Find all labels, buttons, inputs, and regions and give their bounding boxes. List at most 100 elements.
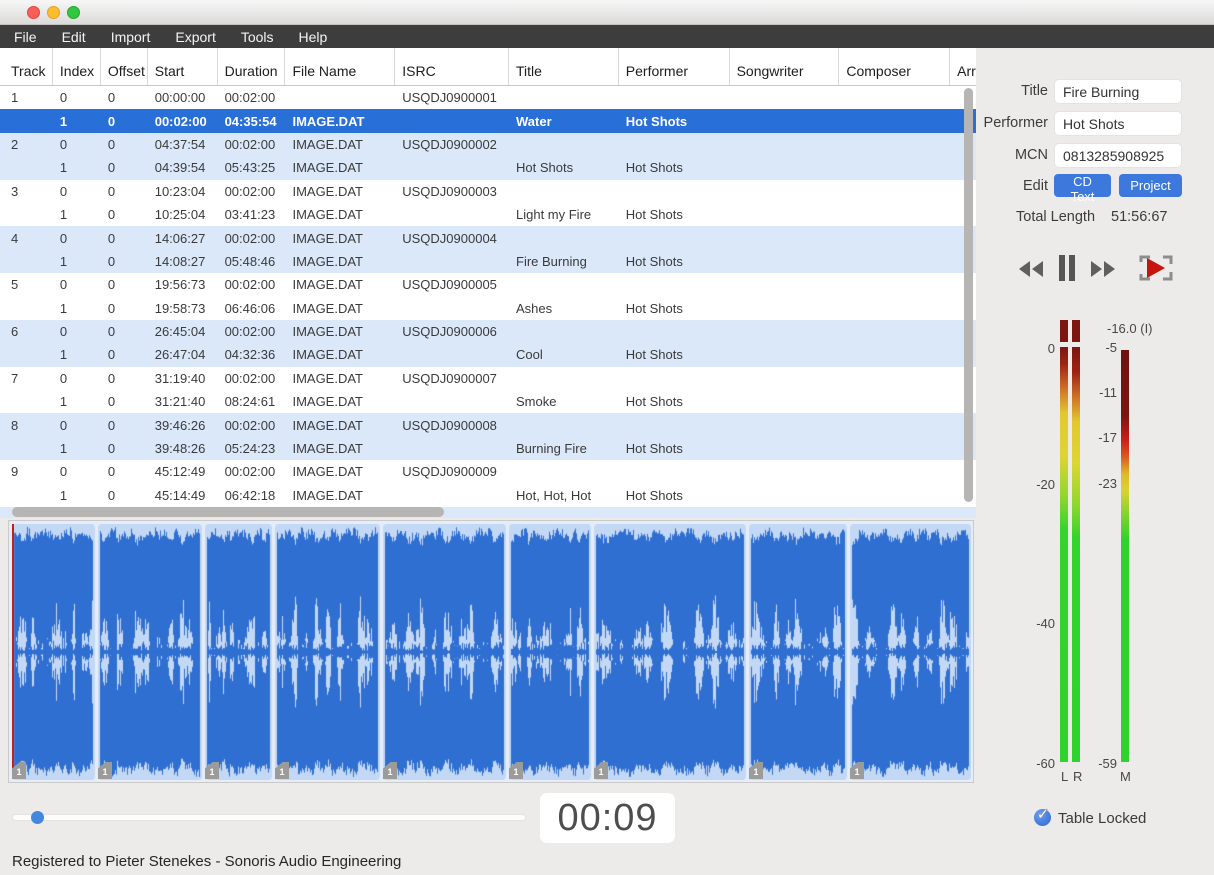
cell-composer xyxy=(839,156,950,179)
table-row[interactable]: 1004:39:5405:43:25IMAGE.DATHot ShotsHot … xyxy=(0,156,976,179)
cell-file: IMAGE.DAT xyxy=(285,226,395,249)
loudness-meter xyxy=(1121,350,1129,762)
table-row[interactable]: 1045:14:4906:42:18IMAGE.DATHot, Hot, Hot… xyxy=(0,484,976,507)
loudness-scale-tick: -11 xyxy=(1099,385,1117,400)
cell-index: 1 xyxy=(53,109,101,132)
channel-label-left: L xyxy=(1061,769,1068,784)
minimize-button[interactable] xyxy=(47,6,60,19)
cell-offset: 0 xyxy=(101,250,148,273)
cell-songwriter xyxy=(730,133,840,156)
performer-field[interactable] xyxy=(1054,111,1182,136)
waveform-canvas[interactable] xyxy=(12,524,971,780)
mcn-field[interactable] xyxy=(1054,143,1182,168)
cell-start: 14:06:27 xyxy=(148,226,218,249)
cell-track: 1 xyxy=(0,86,53,109)
cell-offset: 0 xyxy=(101,413,148,436)
table-row[interactable]: 1010:25:0403:41:23IMAGE.DATLight my Fire… xyxy=(0,203,976,226)
table-row[interactable]: 1031:21:4008:24:61IMAGE.DATSmokeHot Shot… xyxy=(0,390,976,413)
position-slider-thumb[interactable] xyxy=(31,811,44,824)
column-header-isrc[interactable]: ISRC xyxy=(395,48,509,85)
cell-start: 10:23:04 xyxy=(148,180,218,203)
table-row[interactable]: 30010:23:0400:02:00IMAGE.DATUSQDJ0900003 xyxy=(0,180,976,203)
vertical-scrollbar[interactable] xyxy=(964,88,973,502)
cell-index: 1 xyxy=(53,484,101,507)
cell-composer xyxy=(839,86,950,109)
cell-start: 19:58:73 xyxy=(148,297,218,320)
table-row[interactable]: 1000:02:0004:35:54IMAGE.DATWaterHot Shot… xyxy=(0,109,976,132)
table-row[interactable]: 10000:00:0000:02:00USQDJ0900001 xyxy=(0,86,976,109)
column-header-index[interactable]: Index xyxy=(53,48,101,85)
menu-tools[interactable]: Tools xyxy=(241,29,274,45)
play-to-end-button[interactable] xyxy=(1138,252,1174,287)
table-row[interactable]: 60026:45:0400:02:00IMAGE.DATUSQDJ0900006 xyxy=(0,320,976,343)
table-row[interactable]: 1039:48:2605:24:23IMAGE.DATBurning FireH… xyxy=(0,437,976,460)
table-row[interactable]: 80039:46:2600:02:00IMAGE.DATUSQDJ0900008 xyxy=(0,413,976,436)
cell-file: IMAGE.DAT xyxy=(285,297,395,320)
cell-composer xyxy=(839,320,950,343)
column-header-arr[interactable]: Arr xyxy=(950,48,976,85)
column-header-start[interactable]: Start xyxy=(148,48,218,85)
table-row[interactable]: 90045:12:4900:02:00IMAGE.DATUSQDJ0900009 xyxy=(0,460,976,483)
position-slider-track[interactable] xyxy=(12,814,526,821)
table-row[interactable]: 1014:08:2705:48:46IMAGE.DATFire BurningH… xyxy=(0,250,976,273)
menu-import[interactable]: Import xyxy=(111,29,151,45)
cell-songwriter xyxy=(730,320,840,343)
cell-file: IMAGE.DAT xyxy=(285,320,395,343)
cell-offset: 0 xyxy=(101,109,148,132)
title-field[interactable] xyxy=(1054,79,1182,104)
table-row[interactable]: 50019:56:7300:02:00IMAGE.DATUSQDJ0900005 xyxy=(0,273,976,296)
table-row[interactable]: 70031:19:4000:02:00IMAGE.DATUSQDJ0900007 xyxy=(0,367,976,390)
column-header-offset[interactable]: Offset xyxy=(101,48,148,85)
close-button[interactable] xyxy=(27,6,40,19)
table-row[interactable]: 40014:06:2700:02:00IMAGE.DATUSQDJ0900004 xyxy=(0,226,976,249)
cell-start: 31:19:40 xyxy=(148,367,218,390)
table-row[interactable]: 1026:47:0404:32:36IMAGE.DATCoolHot Shots xyxy=(0,343,976,366)
column-header-track[interactable]: Track xyxy=(0,48,53,85)
column-header-composer[interactable]: Composer xyxy=(839,48,950,85)
cell-performer xyxy=(619,367,730,390)
rewind-button[interactable] xyxy=(1017,259,1045,282)
cell-track: 6 xyxy=(0,320,53,343)
column-header-file[interactable]: File Name xyxy=(285,48,395,85)
column-header-performer[interactable]: Performer xyxy=(619,48,730,85)
table-row[interactable]: 1019:58:7306:46:06IMAGE.DATAshesHot Shot… xyxy=(0,297,976,320)
cell-songwriter xyxy=(730,273,840,296)
edit-label: Edit xyxy=(1023,178,1048,194)
cell-title xyxy=(509,273,619,296)
channel-label-mono: M xyxy=(1120,769,1131,784)
zoom-button[interactable] xyxy=(67,6,80,19)
menu-edit[interactable]: Edit xyxy=(62,29,86,45)
cell-isrc: USQDJ0900008 xyxy=(395,413,509,436)
cell-start: 39:48:26 xyxy=(148,437,218,460)
table-row[interactable]: 20004:37:5400:02:00IMAGE.DATUSQDJ0900002 xyxy=(0,133,976,156)
column-header-songwriter[interactable]: Songwriter xyxy=(730,48,840,85)
table-locked-checkbox[interactable] xyxy=(1034,809,1051,826)
cell-track: 8 xyxy=(0,413,53,436)
project-button[interactable]: Project xyxy=(1119,174,1182,197)
cell-title: Water xyxy=(509,109,619,132)
cell-offset: 0 xyxy=(101,273,148,296)
cell-offset: 0 xyxy=(101,320,148,343)
cell-performer xyxy=(619,86,730,109)
cell-isrc: USQDJ0900006 xyxy=(395,320,509,343)
cell-isrc: USQDJ0900001 xyxy=(395,86,509,109)
column-header-duration[interactable]: Duration xyxy=(218,48,286,85)
horizontal-scrollbar[interactable] xyxy=(12,507,444,517)
cell-index: 0 xyxy=(53,226,101,249)
cell-index: 0 xyxy=(53,133,101,156)
fast-forward-button[interactable] xyxy=(1089,259,1117,282)
menu-help[interactable]: Help xyxy=(299,29,328,45)
cell-index: 1 xyxy=(53,390,101,413)
cell-index: 0 xyxy=(53,413,101,436)
pause-button[interactable] xyxy=(1057,254,1077,285)
cd-text-button[interactable]: CD Text xyxy=(1054,174,1111,197)
title-field-label: Title xyxy=(1021,83,1048,99)
cell-offset: 0 xyxy=(101,484,148,507)
menu-export[interactable]: Export xyxy=(175,29,215,45)
meter-scale-tick: 0 xyxy=(1048,341,1055,356)
column-header-title[interactable]: Title xyxy=(509,48,619,85)
menu-file[interactable]: File xyxy=(14,29,37,45)
cell-composer xyxy=(839,343,950,366)
cell-start: 26:45:04 xyxy=(148,320,218,343)
cell-start: 04:37:54 xyxy=(148,133,218,156)
